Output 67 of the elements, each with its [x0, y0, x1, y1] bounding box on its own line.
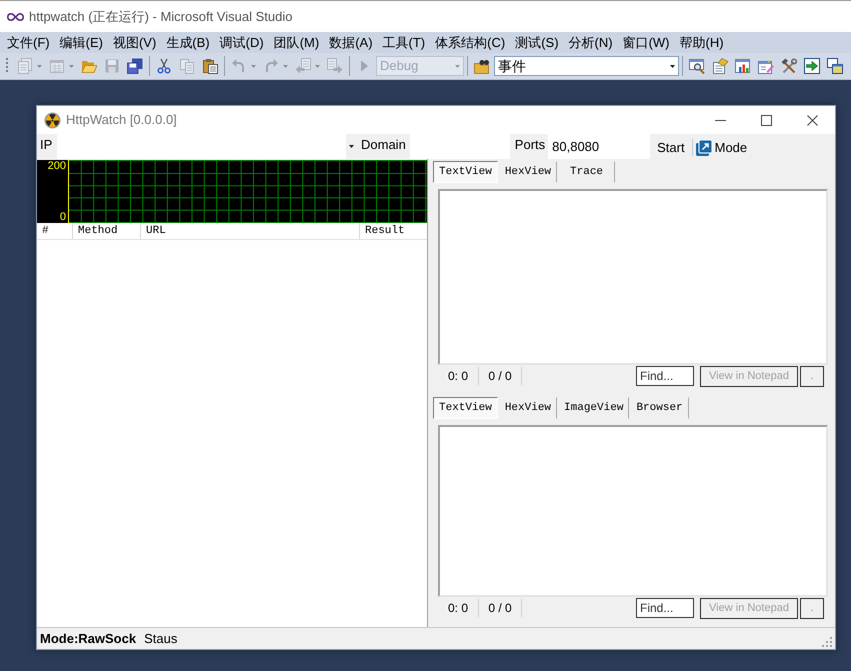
column-header[interactable]: URL: [141, 223, 360, 239]
infinity-logo-icon: [7, 12, 24, 20]
menu-item[interactable]: 编辑(E): [54, 32, 108, 52]
caret-icon[interactable]: [670, 64, 675, 68]
match-count: 0 / 0: [487, 600, 513, 617]
window-arrow-icon: [696, 140, 712, 156]
ip-label: IP: [39, 136, 54, 154]
ports-label: Ports: [514, 136, 546, 154]
arrow-box-icon[interactable]: [804, 58, 820, 74]
tab[interactable]: Browser: [630, 397, 689, 419]
menu-item[interactable]: 分析(N): [564, 32, 618, 52]
maximize-icon[interactable]: [760, 114, 772, 126]
find-combo[interactable]: 事件: [494, 56, 679, 76]
scissors-icon[interactable]: [156, 58, 172, 74]
close-icon[interactable]: [806, 114, 818, 126]
open-folder-icon[interactable]: [81, 58, 97, 74]
menu-item[interactable]: 工具(T): [378, 32, 430, 52]
tab[interactable]: TextView: [433, 161, 498, 183]
menu-item[interactable]: 视图(V): [108, 32, 162, 52]
mode-status: Mode:RawSock: [39, 630, 136, 648]
menu-item[interactable]: 测试(S): [510, 32, 564, 52]
tab[interactable]: HexView: [498, 397, 558, 419]
find-field[interactable]: Find...: [636, 598, 694, 618]
clipboard-icon[interactable]: [202, 58, 218, 74]
ports-field[interactable]: 80,8080: [548, 134, 650, 159]
window-title: HttpWatch [0.0.0.0]: [66, 111, 177, 130]
window-title: httpwatch (正在运行) - Microsoft Visual Studio: [29, 8, 292, 26]
floppy-disks-icon[interactable]: [127, 58, 143, 74]
menu-item[interactable]: 体系结构(C): [430, 32, 510, 52]
match-count: 0 / 0: [487, 368, 513, 385]
domain-label: Domain: [360, 136, 407, 154]
cursor-position: 0: 0: [446, 600, 469, 617]
axis-label: 200: [48, 160, 66, 172]
menu-item[interactable]: 生成(B): [161, 32, 215, 52]
caret-icon[interactable]: [349, 145, 354, 148]
menu-item[interactable]: 文件(F): [2, 32, 55, 52]
menu-item[interactable]: 数据(A): [324, 32, 378, 52]
request-text-area[interactable]: [438, 189, 828, 365]
folder-binoculars-icon[interactable]: [474, 58, 490, 74]
radiation-icon: [44, 112, 61, 128]
tools-icon[interactable]: [781, 58, 797, 74]
status-text: Staus: [144, 630, 178, 648]
response-text-area[interactable]: [438, 425, 828, 597]
document-tag-icon[interactable]: [712, 58, 728, 74]
tab[interactable]: ImageView: [558, 397, 630, 419]
tab[interactable]: HexView: [498, 161, 558, 183]
cursor-position: 0: 0: [446, 368, 469, 385]
windows-icon[interactable]: [827, 58, 843, 74]
menu-item[interactable]: 窗口(W): [618, 32, 675, 52]
toolbar-grip-icon[interactable]: [6, 57, 9, 75]
column-header[interactable]: Method: [73, 223, 141, 239]
menu-item[interactable]: 团队(M): [268, 32, 324, 52]
mode-button[interactable]: Mode: [692, 134, 750, 159]
start-button[interactable]: Start: [650, 134, 692, 159]
resize-grip-icon[interactable]: [822, 637, 833, 648]
column-header[interactable]: #: [37, 223, 73, 239]
document-pencil-icon[interactable]: [758, 58, 774, 74]
axis-label: 0: [60, 211, 66, 223]
tab[interactable]: TextView: [433, 397, 498, 419]
domain-field[interactable]: [410, 134, 510, 159]
column-header[interactable]: Result: [360, 223, 427, 239]
find-field[interactable]: Find...: [636, 366, 694, 386]
menu-item[interactable]: 调试(D): [214, 32, 269, 52]
chart-window-icon[interactable]: [735, 58, 751, 74]
menu-item[interactable]: 帮助(H): [674, 32, 729, 52]
window-magnifier-icon[interactable]: [689, 58, 705, 74]
tab[interactable]: Trace: [558, 161, 616, 183]
